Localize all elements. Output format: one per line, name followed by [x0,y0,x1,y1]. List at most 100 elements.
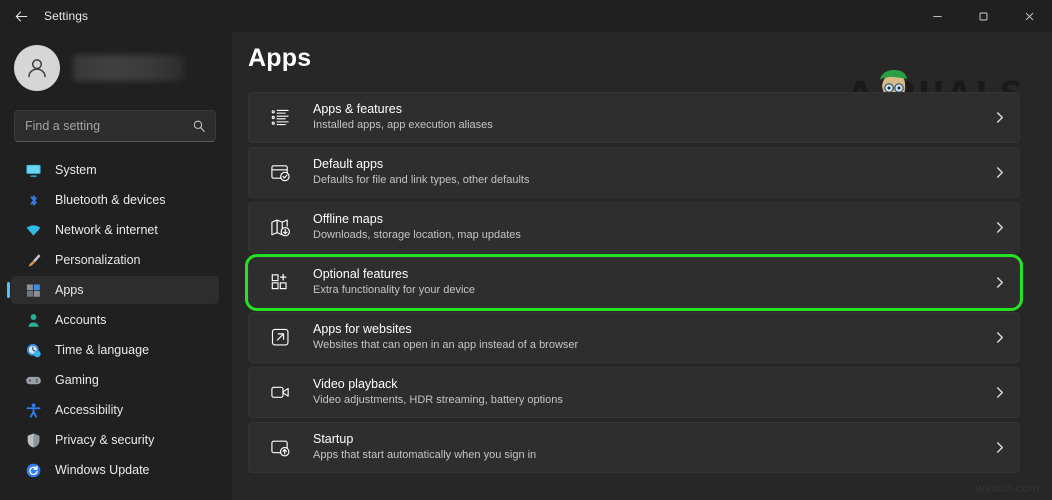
card-subtitle: Extra functionality for your device [313,283,979,298]
card-subtitle: Installed apps, app execution aliases [313,118,979,133]
card-title: Video playback [313,377,979,392]
sidebar: System Bluetooth & devices Network & int… [0,32,232,500]
chevron-right-icon[interactable] [979,221,1019,234]
map-download-icon [267,217,293,238]
sidebar-item-privacy-security[interactable]: Privacy & security [11,426,219,454]
maximize-icon [978,11,989,22]
clock-icon [23,341,43,359]
sidebar-item-label: Network & internet [55,223,158,237]
card-title: Apps for websites [313,322,979,337]
card-title: Offline maps [313,212,979,227]
card-text: Video playback Video adjustments, HDR st… [313,377,979,408]
card-default-apps[interactable]: Default apps Defaults for file and link … [248,147,1020,198]
refresh-sync-icon [23,461,43,479]
minimize-icon [932,11,943,22]
sidebar-item-label: Time & language [55,343,149,357]
search-icon[interactable] [186,119,215,133]
user-avatar-icon [23,54,51,82]
sidebar-item-time-language[interactable]: Time & language [11,336,219,364]
avatar [14,45,60,91]
accessibility-person-icon [23,401,43,419]
sidebar-item-accounts[interactable]: Accounts [11,306,219,334]
card-startup[interactable]: Startup Apps that start automatically wh… [248,422,1020,473]
card-subtitle: Websites that can open in an app instead… [313,338,979,353]
window-controls [914,0,1052,32]
card-text: Offline maps Downloads, storage location… [313,212,979,243]
card-text: Apps for websites Websites that can open… [313,322,979,353]
card-text: Startup Apps that start automatically wh… [313,432,979,463]
bulleted-list-icon [267,107,293,128]
card-text: Optional features Extra functionality fo… [313,267,979,298]
startup-arrow-icon [267,437,293,458]
settings-window: Settings [0,0,1052,500]
card-apps-for-websites[interactable]: Apps for websites Websites that can open… [248,312,1020,363]
sidebar-item-label: Windows Update [55,463,150,477]
window-title: Settings [44,9,88,23]
page-title: Apps [248,44,311,73]
card-subtitle: Downloads, storage location, map updates [313,228,979,243]
card-subtitle: Apps that start automatically when you s… [313,448,979,463]
card-text: Apps & features Installed apps, app exec… [313,102,979,133]
card-offline-maps[interactable]: Offline maps Downloads, storage location… [248,202,1020,253]
sidebar-item-accessibility[interactable]: Accessibility [11,396,219,424]
card-title: Optional features [313,267,979,282]
maximize-button[interactable] [960,0,1006,32]
card-video-playback[interactable]: Video playback Video adjustments, HDR st… [248,367,1020,418]
sidebar-item-personalization[interactable]: Personalization [11,246,219,274]
chevron-right-icon[interactable] [979,276,1019,289]
sidebar-item-label: Accounts [55,313,106,327]
grid-plus-icon [267,272,293,293]
card-subtitle: Video adjustments, HDR streaming, batter… [313,393,979,408]
sidebar-item-network-internet[interactable]: Network & internet [11,216,219,244]
content-pane: Apps A PUALS [232,32,1052,500]
sidebar-item-gaming[interactable]: Gaming [11,366,219,394]
sidebar-item-label: Gaming [55,373,99,387]
card-optional-features[interactable]: Optional features Extra functionality fo… [248,257,1020,308]
wifi-icon [23,221,43,239]
external-link-icon [267,327,293,348]
settings-card-list: Apps & features Installed apps, app exec… [248,92,1020,477]
sidebar-item-label: Privacy & security [55,433,154,447]
person-icon [23,311,43,329]
apps-tiles-icon [23,281,43,299]
chevron-right-icon[interactable] [979,386,1019,399]
window-check-icon [267,162,293,183]
profile-name [73,55,183,81]
sidebar-item-windows-update[interactable]: Windows Update [11,456,219,484]
card-text: Default apps Defaults for file and link … [313,157,979,188]
chevron-right-icon[interactable] [979,441,1019,454]
sidebar-item-label: Personalization [55,253,140,267]
sidebar-item-system[interactable]: System [11,156,219,184]
chevron-right-icon[interactable] [979,166,1019,179]
card-apps-features[interactable]: Apps & features Installed apps, app exec… [248,92,1020,143]
back-button[interactable] [4,1,38,31]
sidebar-item-label: Apps [55,283,84,297]
site-watermark: wsxdn.com [975,481,1040,495]
sidebar-item-bluetooth-devices[interactable]: Bluetooth & devices [11,186,219,214]
title-bar: Settings [0,0,1052,32]
card-subtitle: Defaults for file and link types, other … [313,173,979,188]
close-button[interactable] [1006,0,1052,32]
gamepad-icon [23,371,43,389]
sidebar-item-label: Accessibility [55,403,123,417]
shield-icon [23,431,43,449]
card-title: Apps & features [313,102,979,117]
card-title: Default apps [313,157,979,172]
paintbrush-icon [23,251,43,269]
video-camera-icon [267,382,293,403]
sidebar-item-label: Bluetooth & devices [55,193,166,207]
bluetooth-icon [23,191,43,209]
sidebar-item-label: System [55,163,97,177]
sidebar-item-apps[interactable]: Apps [11,276,219,304]
search-input[interactable] [15,119,186,133]
search-box[interactable] [14,110,216,142]
sidebar-nav: System Bluetooth & devices Network & int… [0,156,232,484]
chevron-right-icon[interactable] [979,111,1019,124]
profile-section[interactable] [0,32,232,94]
chevron-right-icon[interactable] [979,331,1019,344]
card-title: Startup [313,432,979,447]
close-icon [1024,11,1035,22]
monitor-icon [23,161,43,179]
back-arrow-icon [14,9,29,24]
minimize-button[interactable] [914,0,960,32]
